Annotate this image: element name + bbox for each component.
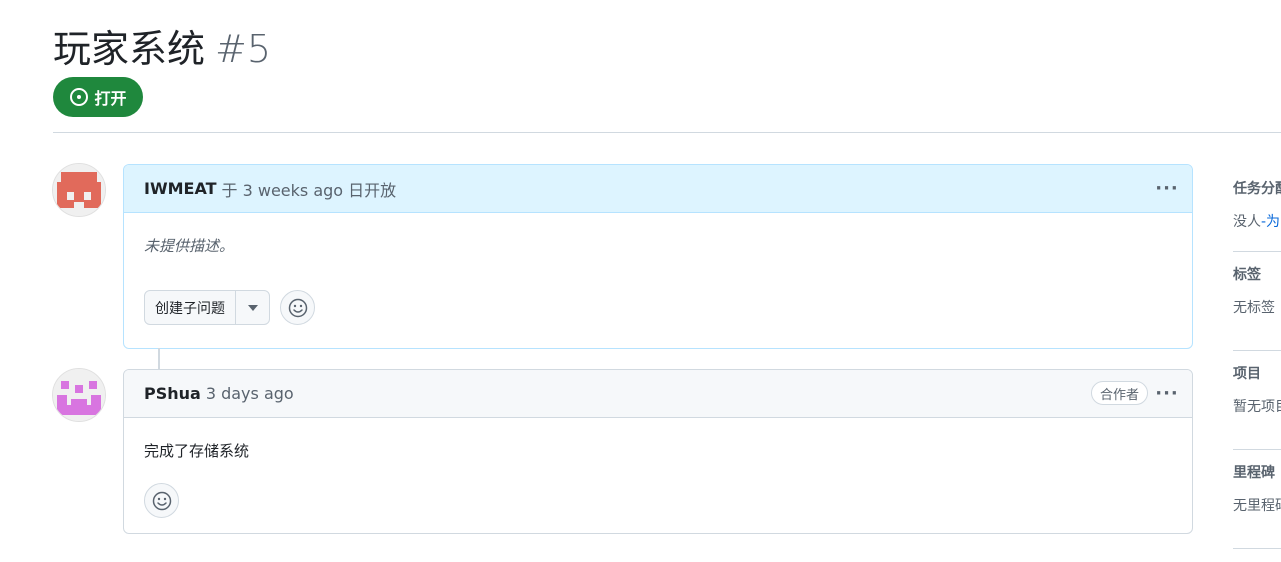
create-subissue-split-button: 创建子问题 xyxy=(144,290,270,325)
comment-header: PShua 3 days ago 合作者 ··· xyxy=(124,370,1192,418)
sidebar-assignees-value: 没人 xyxy=(1233,214,1261,230)
sidebar-projects: 项目 暂无项目 xyxy=(1233,351,1281,450)
sidebar-milestone-value: 无里程碑 xyxy=(1233,498,1281,514)
sidebar-milestone-title[interactable]: 里程碑 xyxy=(1233,462,1275,482)
smiley-icon xyxy=(152,491,171,510)
issue-comment: PShua 3 days ago 合作者 ··· 完成了存储系统 xyxy=(123,369,1193,534)
create-subissue-dropdown[interactable] xyxy=(235,291,269,324)
issue-number: #5 xyxy=(215,27,272,71)
avatar-iwmeat[interactable] xyxy=(52,163,106,217)
caret-down-icon xyxy=(247,304,258,311)
sidebar-assignees-title[interactable]: 任务分配 xyxy=(1233,178,1281,198)
issue-title-row: 玩家系统 #5 xyxy=(53,18,271,73)
kebab-menu-icon[interactable]: ··· xyxy=(1154,383,1180,404)
assign-yourself-link[interactable]: -为 xyxy=(1261,214,1280,230)
issue-sidebar: 任务分配 没人-为 标签 无标签 项目 暂无项目 里程碑 无里程碑 xyxy=(1233,166,1281,549)
header-divider xyxy=(53,132,1281,133)
collaborator-badge: 合作者 xyxy=(1090,381,1148,405)
sidebar-milestone: 里程碑 无里程碑 xyxy=(1233,450,1281,549)
sidebar-labels: 标签 无标签 xyxy=(1233,252,1281,351)
create-subissue-button[interactable]: 创建子问题 xyxy=(145,291,235,324)
smiley-icon xyxy=(288,298,307,317)
issue-description-comment: IWMEAT 于 3 weeks ago 日开放 ··· 未提供描述。 创建子问… xyxy=(123,164,1193,349)
comment-header: IWMEAT 于 3 weeks ago 日开放 ··· xyxy=(124,165,1192,213)
sidebar-labels-value: 无标签 xyxy=(1233,300,1275,316)
comment-body: 未提供描述。 xyxy=(144,237,235,255)
sidebar-projects-title[interactable]: 项目 xyxy=(1233,363,1261,383)
comment-author[interactable]: IWMEAT xyxy=(144,179,217,198)
comment-body: 完成了存储系统 xyxy=(144,442,250,460)
issue-open-icon xyxy=(70,88,89,106)
sidebar-labels-title[interactable]: 标签 xyxy=(1233,264,1261,284)
sidebar-assignees: 任务分配 没人-为 xyxy=(1233,166,1281,252)
issue-state-label: 打开 xyxy=(94,89,127,108)
avatar-pshua[interactable] xyxy=(52,368,106,422)
comment-author[interactable]: PShua xyxy=(144,384,201,403)
issue-state-badge: 打开 xyxy=(53,77,143,117)
kebab-menu-icon[interactable]: ··· xyxy=(1154,178,1180,199)
comment-timestamp[interactable]: 3 days ago xyxy=(206,384,294,403)
sidebar-projects-value: 暂无项目 xyxy=(1233,399,1281,415)
add-reaction-button[interactable] xyxy=(280,290,315,325)
issue-title: 玩家系统 xyxy=(53,27,206,71)
timeline-connector xyxy=(158,348,160,369)
comment-timestamp: 于 3 weeks ago 日开放 xyxy=(221,180,397,200)
add-reaction-button[interactable] xyxy=(144,483,179,518)
